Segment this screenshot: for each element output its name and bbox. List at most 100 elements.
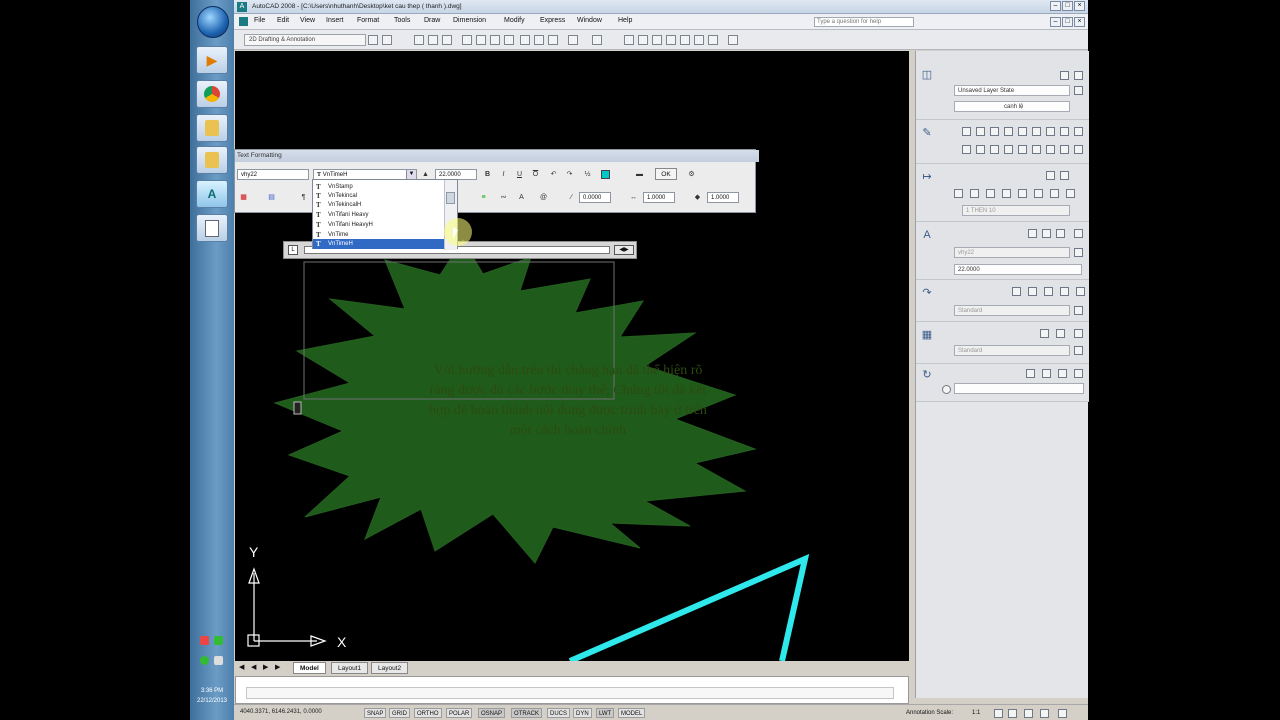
multileader-style-icon[interactable] bbox=[1074, 306, 1083, 315]
menu-insert[interactable]: Insert bbox=[326, 17, 344, 24]
new-icon[interactable] bbox=[414, 35, 424, 45]
tab-stop-icon[interactable]: L bbox=[288, 245, 298, 255]
model-toggle[interactable]: MODEL bbox=[618, 708, 646, 718]
tracking-icon[interactable]: ↔ bbox=[629, 193, 638, 202]
ellipse-icon[interactable] bbox=[1046, 127, 1055, 136]
rectangle-icon[interactable] bbox=[1004, 127, 1013, 136]
3d-dwf-icon[interactable] bbox=[504, 35, 514, 45]
command-input[interactable] bbox=[246, 687, 894, 699]
workspace-select[interactable]: 2D Drafting & Annotation bbox=[244, 34, 366, 46]
redo-icon[interactable] bbox=[592, 35, 602, 45]
oblique-angle-input[interactable]: 0.0000 bbox=[579, 192, 611, 203]
align-leader-icon[interactable] bbox=[1044, 287, 1053, 296]
annotative-icon[interactable]: ▲ bbox=[421, 170, 430, 179]
tray-icon[interactable] bbox=[200, 656, 209, 665]
symbol-icon[interactable]: @ bbox=[539, 193, 548, 202]
font-option-selected[interactable]: T VnTimeH bbox=[313, 239, 445, 249]
chevron-down-icon[interactable]: ▼ bbox=[406, 170, 416, 179]
columns-icon[interactable]: ▦ bbox=[239, 193, 248, 202]
redo-icon[interactable]: ↷ bbox=[565, 170, 574, 179]
autocad-taskbar-icon[interactable]: A bbox=[196, 180, 228, 208]
underline-button[interactable]: U bbox=[515, 170, 524, 179]
font-option[interactable]: T VnTifani HeavyH bbox=[313, 220, 445, 230]
justification-icon[interactable]: ▤ bbox=[267, 193, 276, 202]
annotation-visibility-icon[interactable] bbox=[994, 709, 1003, 718]
width-grip-icon[interactable]: ◀▶ bbox=[614, 245, 634, 255]
circle-icon[interactable] bbox=[1018, 127, 1027, 136]
linear-dim-icon[interactable] bbox=[954, 189, 963, 198]
publish-icon[interactable] bbox=[490, 35, 500, 45]
polyline-icon[interactable] bbox=[976, 127, 985, 136]
dim-update-icon[interactable] bbox=[1060, 171, 1069, 180]
start-button[interactable] bbox=[197, 6, 229, 38]
tab-layout1[interactable]: Layout1 bbox=[331, 662, 369, 674]
zoom-realtime-icon[interactable] bbox=[638, 35, 648, 45]
spline-icon[interactable] bbox=[1060, 127, 1069, 136]
numbering-icon[interactable]: ≡ bbox=[479, 193, 488, 202]
find-text-icon[interactable] bbox=[1056, 229, 1065, 238]
workspace-lock-icon[interactable] bbox=[382, 35, 392, 45]
uppercase-icon[interactable]: A bbox=[517, 193, 526, 202]
oblique-icon[interactable]: ∕ bbox=[567, 193, 576, 202]
tool-palettes-icon[interactable] bbox=[708, 35, 718, 45]
app-menu-icon[interactable] bbox=[239, 17, 248, 26]
width-factor-input[interactable]: 1.0000 bbox=[707, 192, 739, 203]
zoom-previous-icon[interactable] bbox=[666, 35, 676, 45]
text-style-select[interactable]: vhy22 bbox=[237, 169, 309, 180]
fillet-icon[interactable] bbox=[1042, 369, 1051, 378]
font-option[interactable]: T VnTekincalH bbox=[313, 200, 445, 210]
ortho-toggle[interactable]: ORTHO bbox=[414, 708, 442, 718]
tab-model[interactable]: Model bbox=[293, 662, 326, 674]
extend-icon[interactable] bbox=[1074, 145, 1083, 154]
rotate-icon[interactable] bbox=[1032, 145, 1041, 154]
doc-restore-button[interactable]: □ bbox=[1062, 17, 1073, 27]
tray-icon[interactable] bbox=[200, 636, 209, 645]
drawing-canvas[interactable]: Y X Với hướng dẫn trên thì chẳng hạn đã … bbox=[235, 51, 909, 661]
ruler-toggle-icon[interactable]: ▬ bbox=[635, 170, 644, 179]
menu-format[interactable]: Format bbox=[357, 17, 379, 24]
explode-icon[interactable] bbox=[1074, 369, 1083, 378]
leader-icon[interactable] bbox=[1050, 189, 1059, 198]
design-center-icon[interactable] bbox=[694, 35, 704, 45]
font-option[interactable]: T VnTifani Heavy bbox=[313, 210, 445, 220]
bold-button[interactable]: B bbox=[483, 170, 492, 179]
menu-window[interactable]: Window bbox=[577, 17, 602, 24]
lwt-toggle[interactable]: LWT bbox=[596, 708, 615, 718]
baseline-dim-icon[interactable] bbox=[986, 189, 995, 198]
edit-text-icon[interactable] bbox=[1042, 229, 1051, 238]
folder-icon[interactable] bbox=[196, 146, 228, 174]
menu-express[interactable]: Express bbox=[540, 17, 565, 24]
tab-last-icon[interactable]: ▶ bbox=[275, 663, 280, 671]
layer-select[interactable]: canh lệ bbox=[954, 101, 1070, 112]
copy-icon[interactable] bbox=[976, 145, 985, 154]
remove-leader-icon[interactable] bbox=[1028, 287, 1037, 296]
ducs-toggle[interactable]: DUCS bbox=[547, 708, 571, 718]
dim-style-select[interactable]: 1 THEN 10 bbox=[962, 205, 1070, 216]
menu-edit[interactable]: Edit bbox=[277, 17, 289, 24]
layer-properties-icon[interactable] bbox=[1060, 71, 1069, 80]
modify-input[interactable] bbox=[954, 383, 1084, 394]
volume-icon[interactable] bbox=[214, 656, 223, 665]
status-tray-settings-icon[interactable] bbox=[1040, 709, 1049, 718]
chrome-icon[interactable] bbox=[196, 80, 228, 108]
table-settings-icon[interactable] bbox=[1074, 346, 1083, 355]
text-style-select[interactable]: vhy22 bbox=[954, 247, 1070, 258]
tab-first-icon[interactable]: ◀ bbox=[239, 663, 244, 671]
multileader-style-select[interactable]: Standard bbox=[954, 305, 1070, 316]
polar-toggle[interactable]: POLAR bbox=[446, 708, 473, 718]
menu-modify[interactable]: Modify bbox=[504, 17, 525, 24]
table-edit-icon[interactable] bbox=[1056, 329, 1065, 338]
move-icon[interactable] bbox=[962, 145, 971, 154]
properties-icon[interactable] bbox=[680, 35, 690, 45]
mtext-icon[interactable] bbox=[1028, 229, 1037, 238]
undo-icon[interactable]: ↶ bbox=[549, 170, 558, 179]
tracking-input[interactable]: 1.0000 bbox=[643, 192, 675, 203]
font-dropdown-list[interactable]: T VnStamp T VnTekincal T VnTekincalH T VnTif… bbox=[312, 179, 458, 250]
media-player-icon[interactable]: ▶ bbox=[196, 46, 228, 74]
text-style-icon[interactable] bbox=[1074, 248, 1083, 257]
polygon-icon[interactable] bbox=[990, 127, 999, 136]
tolerance-icon[interactable] bbox=[1066, 189, 1075, 198]
layer-manager-icon[interactable] bbox=[1074, 71, 1083, 80]
spell-check-icon[interactable] bbox=[1074, 229, 1083, 238]
field-icon[interactable]: ∾ bbox=[499, 193, 508, 202]
